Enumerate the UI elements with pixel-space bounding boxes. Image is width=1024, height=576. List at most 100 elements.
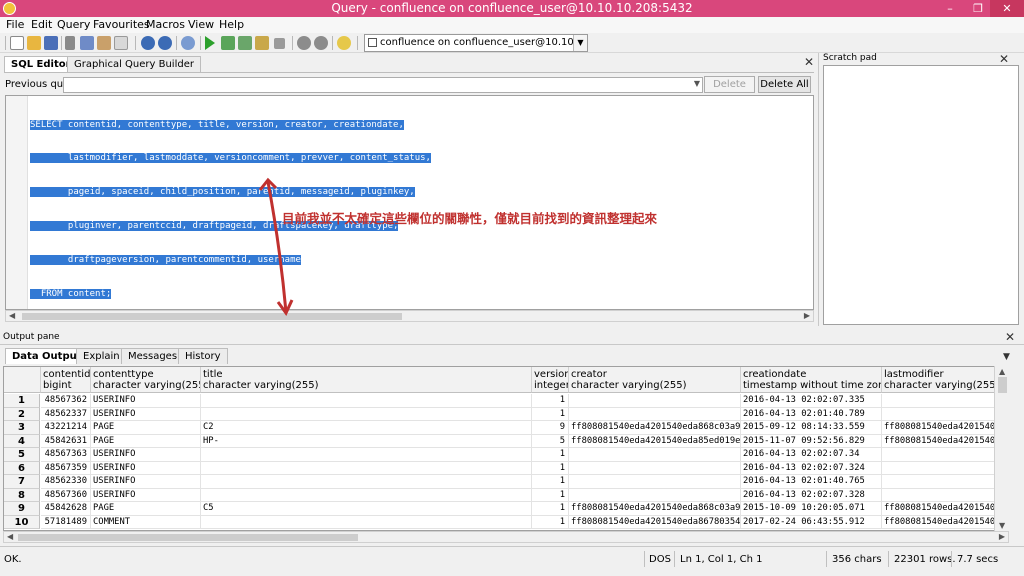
- menu-favourites[interactable]: Favourites: [93, 18, 150, 31]
- grid-horizontal-scrollbar[interactable]: ◀ ▶: [3, 531, 1009, 543]
- table-cell[interactable]: [201, 461, 532, 475]
- column-header[interactable]: creator character varying(255): [569, 367, 741, 393]
- table-cell[interactable]: 57181489: [41, 515, 91, 529]
- table-cell[interactable]: 48567359: [41, 461, 91, 475]
- table-cell[interactable]: 2016-04-13 02:02:07.328: [741, 488, 882, 502]
- table-cell[interactable]: 9: [532, 421, 569, 435]
- scratch-pad-textarea[interactable]: [823, 65, 1019, 325]
- stop-icon[interactable]: [274, 38, 285, 49]
- table-cell[interactable]: 2015-11-07 09:52:56.829: [741, 434, 882, 448]
- minimize-button[interactable]: –: [936, 0, 964, 17]
- column-header[interactable]: contenttype character varying(255): [91, 367, 201, 393]
- table-row[interactable]: 2 48562337 USERINFO 1 2016-04-13 02:01:40.78…: [4, 407, 1008, 421]
- table-cell[interactable]: [569, 488, 741, 502]
- table-cell[interactable]: [882, 407, 998, 421]
- table-cell[interactable]: PAGE: [91, 421, 201, 435]
- rollback-icon[interactable]: [314, 36, 328, 50]
- table-cell[interactable]: 2016-04-13 02:01:40.765: [741, 475, 882, 489]
- table-cell[interactable]: 1: [532, 394, 569, 408]
- grid-vertical-scrollbar[interactable]: ▲ ▼: [994, 366, 1009, 531]
- table-row[interactable]: 4 45842631 PAGE HP- 5 ff808081540eda4201540ed…: [4, 434, 1008, 448]
- table-cell[interactable]: 1: [532, 461, 569, 475]
- close-icon[interactable]: ✕: [804, 56, 814, 68]
- table-cell[interactable]: [201, 407, 532, 421]
- column-header[interactable]: lastmodifier character varying(255): [882, 367, 998, 393]
- table-row[interactable]: 9 45842628 PAGE C5 1 ff808081540eda4201540eda…: [4, 502, 1008, 516]
- row-number[interactable]: 5: [4, 448, 40, 462]
- cut-icon[interactable]: [65, 36, 75, 50]
- table-row[interactable]: 8 48567360 USERINFO 1 2016-04-13 02:02:07.32…: [4, 488, 1008, 502]
- menu-file[interactable]: File: [6, 18, 24, 31]
- table-cell[interactable]: ff808081540eda4201540eda86780354: [569, 515, 741, 529]
- delete-button[interactable]: Delete: [704, 76, 755, 93]
- undo-icon[interactable]: [141, 36, 155, 50]
- commit-icon[interactable]: [297, 36, 311, 50]
- table-cell[interactable]: ff808081540eda4201540e: [882, 515, 998, 529]
- table-cell[interactable]: 1: [532, 475, 569, 489]
- table-cell[interactable]: [201, 448, 532, 462]
- row-number[interactable]: 9: [4, 502, 40, 516]
- help-icon[interactable]: [337, 36, 351, 50]
- explain-icon[interactable]: [255, 36, 269, 50]
- table-cell[interactable]: [569, 461, 741, 475]
- table-cell[interactable]: 48567362: [41, 394, 91, 408]
- table-cell[interactable]: [882, 394, 998, 408]
- table-cell[interactable]: COMMENT: [91, 515, 201, 529]
- table-cell[interactable]: USERINFO: [91, 488, 201, 502]
- table-cell[interactable]: 1: [532, 502, 569, 516]
- column-header[interactable]: version integer: [532, 367, 569, 393]
- table-cell[interactable]: [569, 475, 741, 489]
- row-number[interactable]: 7: [4, 475, 40, 489]
- table-cell[interactable]: [882, 488, 998, 502]
- close-icon[interactable]: ✕: [999, 53, 1009, 65]
- table-cell[interactable]: 45842631: [41, 434, 91, 448]
- table-row[interactable]: 6 48567359 USERINFO 1 2016-04-13 02:02:07.32…: [4, 461, 1008, 475]
- sql-editor[interactable]: SELECT contentid, contenttype, title, ve…: [5, 95, 814, 310]
- save-icon[interactable]: [44, 36, 58, 50]
- table-cell[interactable]: 48567363: [41, 448, 91, 462]
- table-cell[interactable]: C5: [201, 502, 532, 516]
- menu-query[interactable]: Query: [57, 18, 90, 31]
- table-cell[interactable]: USERINFO: [91, 461, 201, 475]
- scroll-thumb[interactable]: [998, 377, 1007, 393]
- row-number[interactable]: 4: [4, 434, 40, 448]
- table-cell[interactable]: 1: [532, 407, 569, 421]
- table-row[interactable]: 1 48567362 USERINFO 1 2016-04-13 02:02:07.33…: [4, 394, 1008, 408]
- execute-icon[interactable]: [205, 36, 215, 50]
- scroll-right-icon[interactable]: ▶: [999, 532, 1005, 541]
- delete-all-button[interactable]: Delete All: [758, 76, 811, 93]
- table-cell[interactable]: ff808081540eda4201540e: [882, 434, 998, 448]
- open-folder-icon[interactable]: [27, 36, 41, 50]
- new-file-icon[interactable]: [10, 36, 24, 50]
- table-cell[interactable]: USERINFO: [91, 448, 201, 462]
- connection-checkbox[interactable]: [368, 38, 377, 47]
- table-cell[interactable]: 48562337: [41, 407, 91, 421]
- execute-pgscript-icon[interactable]: [221, 36, 235, 50]
- table-cell[interactable]: [201, 515, 532, 529]
- menu-help[interactable]: Help: [219, 18, 244, 31]
- table-cell[interactable]: [569, 407, 741, 421]
- table-cell[interactable]: [569, 394, 741, 408]
- table-cell[interactable]: USERINFO: [91, 475, 201, 489]
- column-header[interactable]: contentid bigint: [41, 367, 91, 393]
- table-cell[interactable]: ff808081540eda4201540e: [882, 421, 998, 435]
- restore-button[interactable]: ❐: [964, 0, 992, 17]
- connection-select[interactable]: confluence on confluence_user@10.10.10.2…: [364, 34, 588, 52]
- table-cell[interactable]: 2015-10-09 10:20:05.071: [741, 502, 882, 516]
- previous-queries-select[interactable]: ▼: [63, 77, 703, 93]
- table-cell[interactable]: ff808081540eda4201540eda868c03a9: [569, 421, 741, 435]
- table-cell[interactable]: 1: [532, 448, 569, 462]
- scroll-left-icon[interactable]: ◀: [7, 532, 13, 541]
- editor-horizontal-scrollbar[interactable]: ◀ ▶: [5, 310, 814, 322]
- table-cell[interactable]: [201, 475, 532, 489]
- table-cell[interactable]: [201, 394, 532, 408]
- table-cell[interactable]: ff808081540eda4201540eda868c03a9: [569, 502, 741, 516]
- table-cell[interactable]: PAGE: [91, 434, 201, 448]
- column-header[interactable]: title character varying(255): [201, 367, 532, 393]
- table-cell[interactable]: [882, 475, 998, 489]
- close-icon[interactable]: ✕: [1005, 331, 1015, 343]
- table-cell[interactable]: USERINFO: [91, 394, 201, 408]
- table-cell[interactable]: HP-: [201, 434, 532, 448]
- table-cell[interactable]: [882, 461, 998, 475]
- table-cell[interactable]: 1: [532, 515, 569, 529]
